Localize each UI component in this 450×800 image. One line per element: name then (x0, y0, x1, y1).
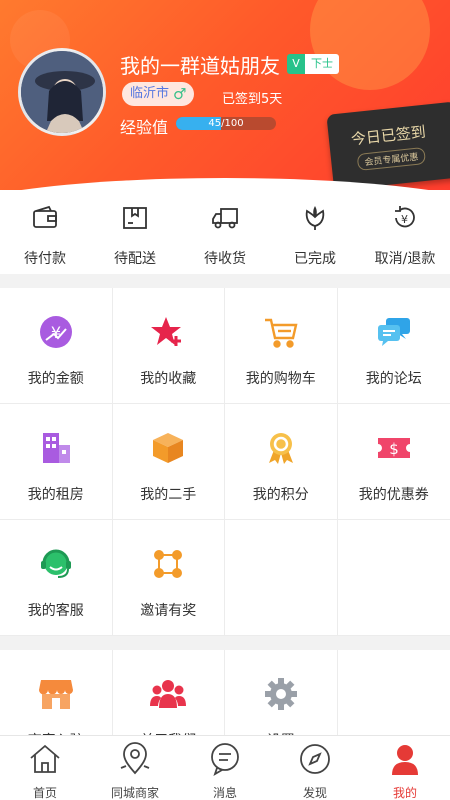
message-icon (208, 742, 242, 780)
gear-icon (263, 676, 299, 716)
avatar[interactable] (18, 48, 106, 136)
gender-icon: ♂ (173, 85, 187, 103)
exp-progress-bar: 45/100 (176, 117, 276, 130)
truck-icon (211, 204, 239, 236)
sign-card-subtitle: 会员专属优惠 (356, 146, 427, 171)
tab-label: 同城商家 (110, 786, 159, 800)
compass-icon (298, 742, 332, 780)
tab-home[interactable]: 首页 (0, 736, 90, 800)
tab-label: 我的 (392, 786, 417, 800)
tab-label: 消息 (212, 786, 237, 800)
coupon-icon: $ (376, 430, 412, 470)
flower-icon (301, 204, 329, 236)
menu-label: 邀请有奖 (140, 603, 197, 619)
map-pin-icon (118, 742, 152, 780)
order-label: 已完成 (294, 251, 336, 267)
medal-icon (263, 430, 299, 470)
menu-label: 我的论坛 (365, 371, 422, 387)
vip-icon: V (287, 54, 305, 74)
user-icon (388, 742, 422, 780)
menu-item-invite[interactable]: 邀请有奖 (112, 520, 225, 636)
sign-in-card[interactable]: 今日已签到 会员专属优惠 (326, 101, 450, 190)
menu-label: 我的金额 (27, 371, 84, 387)
order-pending-payment[interactable]: 待付款 (0, 190, 90, 274)
menu-label: 我的客服 (27, 603, 84, 619)
signed-days: 已签到5天 (222, 92, 283, 107)
menu-item-points[interactable]: 我的积分 (225, 404, 338, 520)
home-icon (28, 742, 62, 780)
city-tag[interactable]: 临沂市 ♂ (122, 82, 195, 106)
city-label: 临沂市 (130, 86, 170, 101)
menu-item-favorites[interactable]: 我的收藏 (112, 288, 225, 404)
menu-label: 我的优惠券 (358, 487, 429, 503)
username: 我的一群道姑朋友 (120, 54, 280, 78)
star-icon (150, 314, 186, 354)
vip-level: 下士 (305, 54, 339, 74)
order-pending-receipt[interactable]: 待收货 (180, 190, 270, 274)
vip-badge: V 下士 (287, 54, 339, 74)
menu-label: 我的积分 (252, 487, 309, 503)
order-label: 待配送 (114, 251, 156, 267)
network-icon (150, 546, 186, 586)
svg-text:$: $ (389, 440, 399, 458)
tab-label: 发现 (302, 786, 327, 800)
menu-item-rental[interactable]: 我的租房 (0, 404, 113, 520)
profile-header: 我的一群道姑朋友 V 下士 临沂市 ♂ 已签到5天 经验值 45/100 今日已… (0, 0, 450, 190)
cart-icon (263, 314, 299, 354)
headset-icon (38, 546, 74, 586)
svg-text:¥: ¥ (401, 213, 408, 226)
tab-discover[interactable]: 发现 (270, 736, 360, 800)
people-icon (150, 676, 187, 716)
menu-item-cart[interactable]: 我的购物车 (225, 288, 338, 404)
order-completed[interactable]: 已完成 (270, 190, 360, 274)
tab-messages[interactable]: 消息 (180, 736, 270, 800)
order-status-bar: 待付款 待配送 待收货 已完成 ¥ 取消/退款 (0, 190, 450, 274)
menu-item-forum[interactable]: 我的论坛 (337, 288, 450, 404)
order-label: 取消/退款 (374, 251, 436, 267)
order-pending-delivery[interactable]: 待配送 (90, 190, 180, 274)
package-icon (121, 204, 149, 236)
menu-empty-cell (337, 520, 450, 636)
menu-grid: ¥ 我的金额 我的收藏 我的购物车 我的论坛 我的租房 我的二手 我的积分 $ … (0, 288, 450, 636)
building-icon (38, 430, 74, 470)
menu-item-coupons[interactable]: $ 我的优惠券 (337, 404, 450, 520)
exp-value: 45/100 (208, 118, 244, 129)
order-label: 待收货 (204, 251, 246, 267)
order-refund[interactable]: ¥ 取消/退款 (360, 190, 450, 274)
menu-label: 我的二手 (140, 487, 197, 503)
shop-icon (38, 676, 74, 716)
menu-label: 我的购物车 (245, 371, 316, 387)
exp-label: 经验值 (120, 118, 169, 137)
menu-item-customer-service[interactable]: 我的客服 (0, 520, 113, 636)
svg-text:¥: ¥ (51, 323, 61, 342)
tab-mine[interactable]: 我的 (360, 736, 450, 800)
wallet-icon (31, 204, 59, 236)
menu-label: 我的收藏 (140, 371, 197, 387)
menu-label: 我的租房 (27, 487, 84, 503)
tab-label: 首页 (32, 786, 57, 800)
menu-item-amount[interactable]: ¥ 我的金额 (0, 288, 113, 404)
bottom-tab-bar: 首页 同城商家 消息 发现 我的 (0, 735, 450, 800)
tab-local-merchants[interactable]: 同城商家 (90, 736, 180, 800)
order-label: 待付款 (24, 251, 66, 267)
menu-item-secondhand[interactable]: 我的二手 (112, 404, 225, 520)
sign-card-title: 今日已签到 (350, 122, 427, 149)
chat-icon (376, 314, 412, 354)
menu-empty-cell (225, 520, 338, 636)
money-icon: ¥ (38, 314, 74, 354)
box-icon (150, 430, 186, 470)
refund-icon: ¥ (391, 204, 419, 236)
